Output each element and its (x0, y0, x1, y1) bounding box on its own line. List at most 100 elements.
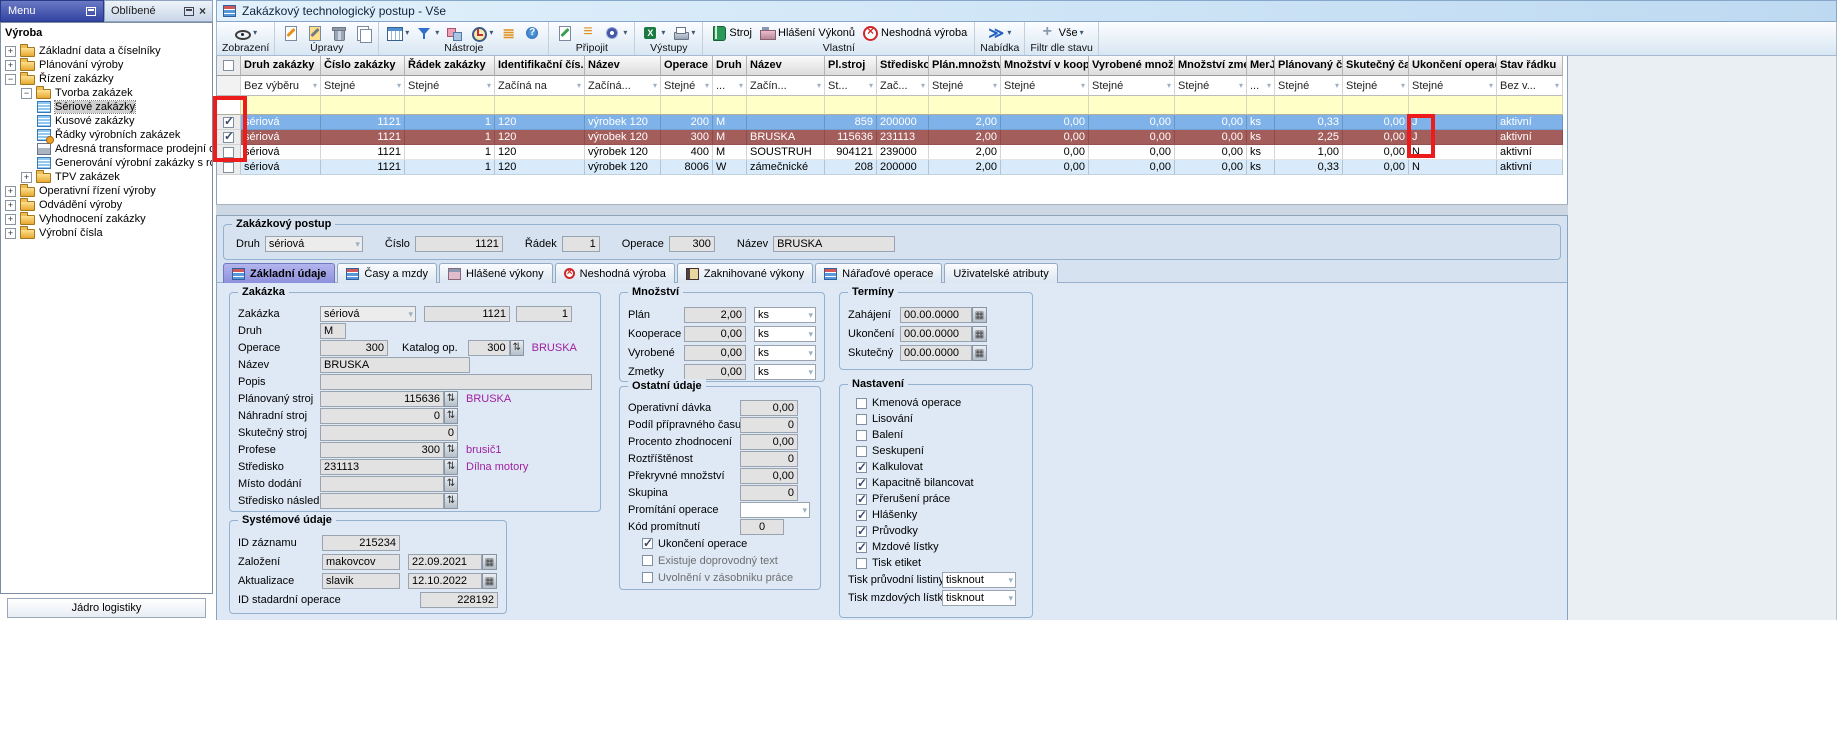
collapse-icon[interactable]: − (21, 88, 32, 99)
cell-identifikační-čís[interactable]: 120 (495, 115, 585, 130)
cell-merj[interactable]: ks (1247, 145, 1275, 160)
cell-pl-stroj[interactable]: 115636 (825, 130, 877, 145)
dropdown-arrow-icon[interactable]: ▾ (1080, 29, 1084, 37)
checkbox-box[interactable] (856, 446, 867, 457)
cell-pl-stroj[interactable]: 904121 (825, 145, 877, 160)
spinner-button[interactable]: ⇅ (444, 493, 458, 509)
input-field[interactable]: 300 (320, 340, 388, 356)
filter-množství-v-kooper[interactable]: Stejné▾ (1001, 76, 1089, 96)
column-header-název[interactable]: Název (747, 56, 825, 76)
toolbar-button-filter[interactable]: ▾ (414, 25, 441, 41)
module-footer-button[interactable]: Jádro logistiky (7, 598, 206, 618)
toolbar-button-print[interactable]: ▾ (670, 25, 697, 41)
cell-druh[interactable]: M (713, 115, 747, 130)
combo-dropdown-icon[interactable]: ▾ (802, 506, 807, 514)
cell-množství-v-kooper[interactable]: 0,00 (1001, 130, 1089, 145)
cell-ukončení-operace[interactable]: N (1409, 160, 1497, 175)
input-field[interactable]: 1121 (415, 236, 503, 252)
filter-řádek-zakázky[interactable]: Stejné▾ (405, 76, 495, 96)
spinner-button[interactable]: ⇅ (444, 442, 458, 458)
menu-header[interactable]: Menu (0, 0, 104, 22)
checkbox-průvodky[interactable]: Průvodky (848, 523, 1024, 539)
toolbar-button-attach-list[interactable] (578, 25, 599, 41)
input-field[interactable]: 215234 (322, 535, 400, 551)
cell-operace[interactable]: 200 (661, 115, 713, 130)
combo-field[interactable]: ks▾ (754, 364, 816, 380)
tab-časy-a-mzdy[interactable]: Časy a mzdy (337, 263, 437, 283)
cell-identifikační-čís[interactable]: 120 (495, 145, 585, 160)
cell-řádek-zakázky[interactable]: 1 (405, 160, 495, 175)
cell-název[interactable]: BRUSKA (747, 130, 825, 145)
combo-field[interactable]: tisknout▾ (942, 590, 1016, 606)
column-header-pl-stroj[interactable]: Pl.stroj (825, 56, 877, 76)
cell-operace[interactable]: 8006 (661, 160, 713, 175)
search-cell[interactable] (405, 96, 495, 115)
cell-vyrobené-množství[interactable]: 0,00 (1089, 145, 1175, 160)
cell-ukončení-operace[interactable]: J (1409, 115, 1497, 130)
combo-dropdown-icon[interactable]: ▾ (1008, 594, 1013, 602)
checkbox-balení[interactable]: Balení (848, 427, 1024, 443)
cell-středisko[interactable]: 200000 (877, 160, 929, 175)
cell-vyrobené-množství[interactable]: 0,00 (1089, 160, 1175, 175)
toolbar-button-help[interactable] (522, 25, 543, 41)
tab-hlášené-výkony[interactable]: Hlášené výkony (439, 263, 553, 283)
cell-skutečný-čas[interactable]: 0,00 (1343, 145, 1409, 160)
combo-dropdown-icon[interactable]: ▾ (1008, 576, 1013, 584)
tree-item-operativní-řízení-výroby[interactable]: +Operativní řízení výroby (1, 184, 212, 198)
cell-identifikační-čís[interactable]: 120 (495, 160, 585, 175)
input-field[interactable]: 300 (468, 340, 510, 356)
tree-item-řádky-výrobních-zakázek[interactable]: Řádky výrobních zakázek (1, 128, 212, 142)
input-field[interactable]: 0 (740, 519, 784, 535)
cell-množství-v-kooper[interactable]: 0,00 (1001, 160, 1089, 175)
input-field[interactable] (320, 374, 592, 390)
cell-pl-stroj[interactable]: 859 (825, 115, 877, 130)
checkbox-box[interactable] (856, 558, 867, 569)
tree-item-tvorba-zakázek[interactable]: −Tvorba zakázek (1, 86, 212, 100)
cell-druh[interactable]: M (713, 130, 747, 145)
cell-druh[interactable]: M (713, 145, 747, 160)
cell-množství-zmet[interactable]: 0,00 (1175, 145, 1247, 160)
cell-skutečný-čas[interactable]: 0,00 (1343, 130, 1409, 145)
filter-vyrobené-množství[interactable]: Stejné▾ (1089, 76, 1175, 96)
filter-dropdown-icon[interactable]: ▾ (1081, 82, 1085, 90)
search-cell[interactable] (217, 96, 241, 115)
toolbar-button-parameters[interactable] (498, 25, 519, 41)
checkbox-lisování[interactable]: Lisování (848, 411, 1024, 427)
search-cell[interactable] (929, 96, 1001, 115)
checkbox-box[interactable] (856, 414, 867, 425)
toolbar-button-view[interactable]: ▾ (232, 25, 259, 41)
spinner-button[interactable]: ⇅ (444, 476, 458, 492)
table-row-2[interactable]: sériová11211120výrobek 120300MBRUSKA1156… (217, 130, 1567, 145)
cell-množství-zmet[interactable]: 0,00 (1175, 115, 1247, 130)
cell-středisko[interactable]: 231113 (877, 130, 929, 145)
cell-název[interactable]: výrobek 120 (585, 145, 661, 160)
expand-icon[interactable]: + (5, 186, 16, 197)
spinner-button[interactable]: ⇅ (510, 340, 524, 356)
filter-středisko[interactable]: Zač...▾ (877, 76, 929, 96)
tab-neshodná-výroba[interactable]: Neshodná výroba (555, 263, 675, 283)
search-cell[interactable] (1409, 96, 1497, 115)
cell-název[interactable] (747, 115, 825, 130)
filter-dropdown-icon[interactable]: ▾ (817, 82, 821, 90)
toolbar-button-neshodna-vyroba[interactable]: Neshodná výroba (860, 25, 969, 41)
combo-dropdown-icon[interactable]: ▾ (408, 310, 413, 318)
column-header-druh[interactable]: Druh (713, 56, 747, 76)
calendar-button[interactable]: ▦ (972, 307, 987, 323)
search-cell[interactable] (1275, 96, 1343, 115)
search-cell[interactable] (1175, 96, 1247, 115)
cell-plán-množství[interactable]: 2,00 (929, 145, 1001, 160)
checkbox-kmenová-operace[interactable]: Kmenová operace (848, 395, 1024, 411)
tree-item-základní-data-a-číselníky[interactable]: +Základní data a číselníky (1, 44, 212, 58)
column-header-merj[interactable]: MerJ (1247, 56, 1275, 76)
column-header-středisko[interactable]: Středisko (877, 56, 929, 76)
toolbar-button-new-record[interactable] (280, 25, 301, 41)
cell-stav-řádku[interactable]: aktivní (1497, 115, 1563, 130)
dropdown-arrow-icon[interactable]: ▾ (405, 29, 409, 37)
cell-pl-stroj[interactable]: 208 (825, 160, 877, 175)
filter-dropdown-icon[interactable]: ▾ (397, 82, 401, 90)
tree-item-generování-výrobní-zakázky-s-rozp[interactable]: Generování výrobní zakázky s rozp (1, 156, 212, 170)
checkbox-mzdové-lístky[interactable]: Mzdové lístky (848, 539, 1024, 555)
column-header-řádek-zakázky[interactable]: Řádek zakázky (405, 56, 495, 76)
cell-merj[interactable]: ks (1247, 160, 1275, 175)
spinner-button[interactable]: ⇅ (444, 408, 458, 424)
